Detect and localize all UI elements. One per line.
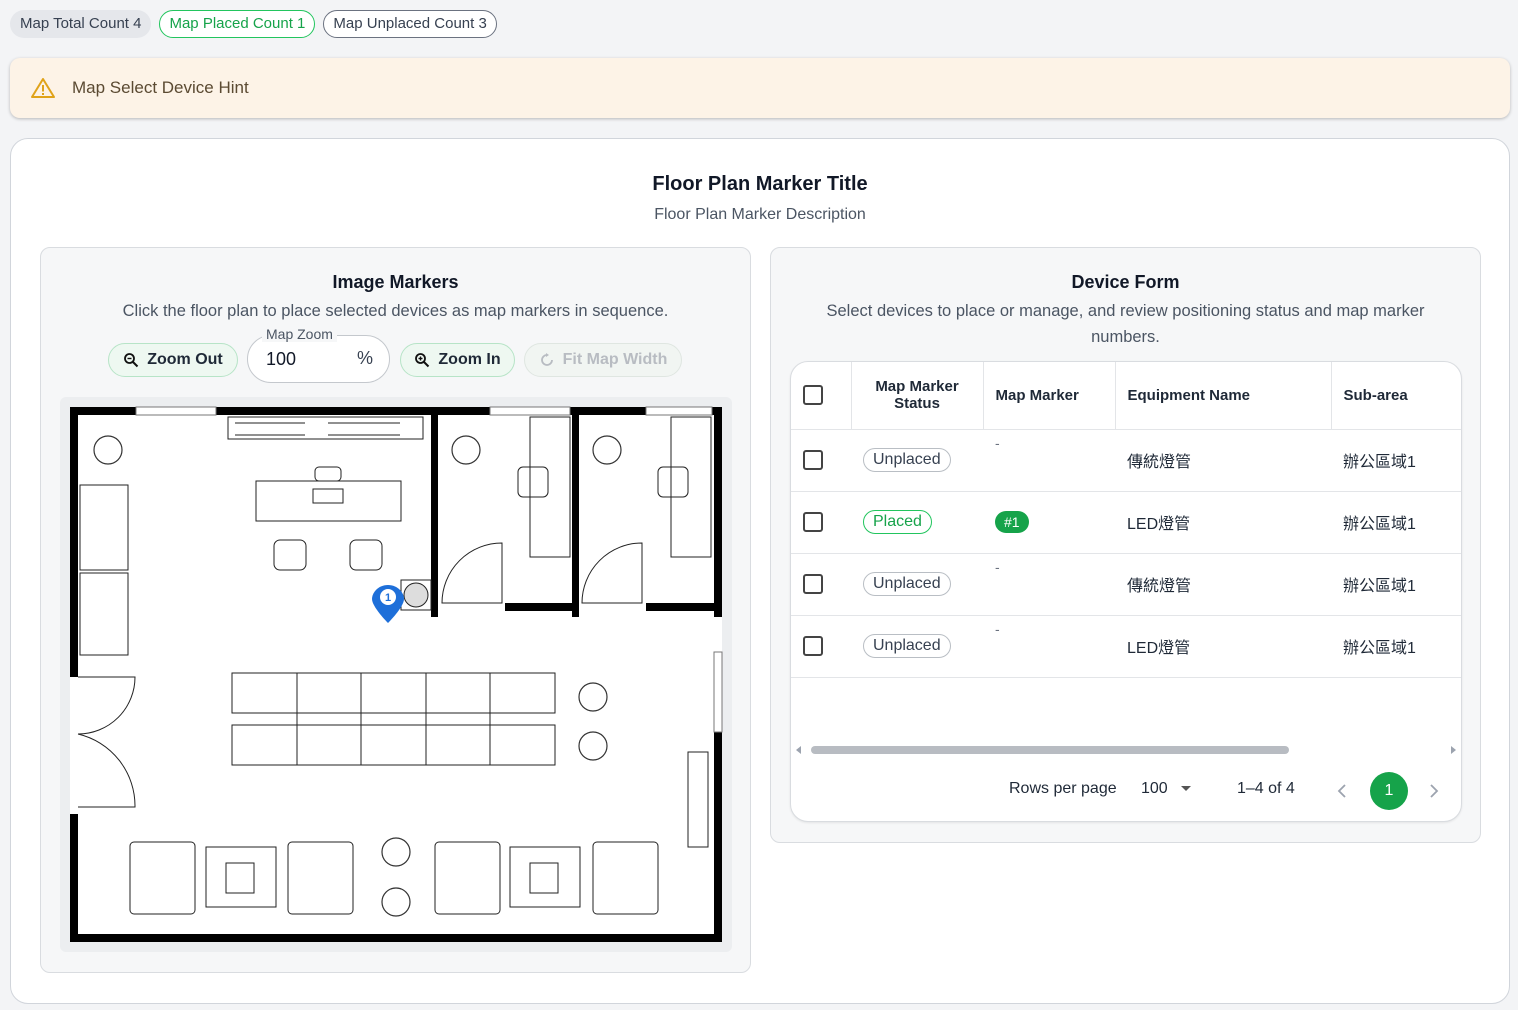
map-marker-value: - [995, 559, 1000, 575]
refresh-icon [540, 353, 553, 366]
map-zoom-label: Map Zoom [262, 326, 337, 342]
fit-map-width-label: Fit Map Width [562, 351, 668, 368]
table-row[interactable]: Unplaced - 傳統燈管 辦公區域1 [791, 429, 1461, 492]
total-count-chip[interactable]: Map Total Count 4 [10, 10, 152, 38]
chevron-down-icon [1181, 786, 1192, 791]
map-zoom-unit: % [356, 348, 373, 368]
table-row[interactable]: Unplaced - LED燈管 辦公區域1 [791, 615, 1461, 678]
placed-count-chip[interactable]: Map Placed Count 1 [159, 10, 316, 38]
map-zoom-input[interactable] [264, 348, 334, 371]
unplaced-count-chip[interactable]: Map Unplaced Count 3 [323, 10, 497, 38]
sub-area: 辦公區域1 [1331, 491, 1461, 554]
rows-per-page-label: Rows per page [1009, 780, 1117, 797]
row-checkbox[interactable] [803, 512, 823, 532]
sub-area: 辦公區域1 [1331, 615, 1461, 678]
table-pagination: Rows per page 100 1–4 of 4 1 [791, 772, 1461, 812]
map-zoom-field: Map Zoom % [247, 326, 390, 383]
sub-area: 辦公區域1 [1331, 429, 1461, 492]
card-title: Floor Plan Marker Title [652, 173, 868, 195]
column-map-marker[interactable]: Map Marker [982, 362, 1115, 430]
floor-plan-map[interactable]: 1 [60, 397, 732, 952]
column-map-marker-status[interactable]: Map Marker Status [850, 362, 983, 430]
fit-map-width-button[interactable]: Fit Map Width [524, 343, 682, 377]
status-badge: Unplaced [863, 634, 951, 658]
zoom-in-button[interactable]: Zoom In [400, 343, 515, 377]
map-marker-number: 1 [385, 592, 391, 604]
current-page-button[interactable]: 1 [1370, 772, 1408, 810]
status-badge: Placed [863, 510, 932, 534]
equipment-name: 傳統燈管 [1115, 429, 1331, 492]
select-device-hint: Map Select Device Hint [10, 58, 1510, 118]
table-row[interactable]: Placed #1 LED燈管 辦公區域1 [791, 491, 1461, 554]
floor-plan-card: Floor Plan Marker Title Floor Plan Marke… [10, 138, 1510, 1004]
image-markers-panel: Image Markers Click the floor plan to pl… [40, 247, 751, 973]
table-header: Map Marker Status Map Marker Equipment N… [791, 362, 1461, 430]
count-chips: Map Total Count 4 Map Placed Count 1 Map… [10, 10, 497, 38]
image-markers-description: Click the floor plan to place selected d… [122, 302, 669, 320]
zoom-out-icon [124, 353, 139, 368]
scroll-right-icon[interactable] [1449, 746, 1457, 754]
image-markers-title: Image Markers [332, 272, 459, 292]
device-form-description: Select devices to place or manage, and r… [826, 302, 1425, 346]
equipment-name: 傳統燈管 [1115, 553, 1331, 616]
map-marker-value: - [995, 621, 1000, 637]
hint-text: Map Select Device Hint [72, 78, 249, 97]
row-checkbox[interactable] [803, 574, 823, 594]
status-badge: Unplaced [863, 572, 951, 596]
zoom-out-button[interactable]: Zoom Out [108, 343, 238, 377]
row-checkbox[interactable] [803, 636, 823, 656]
warning-icon [31, 78, 55, 98]
rows-per-page-value: 100 [1141, 780, 1168, 797]
map-marker-value: - [995, 435, 1000, 451]
rows-per-page-select[interactable]: 100 [1141, 780, 1192, 798]
scroll-left-icon[interactable] [795, 746, 803, 754]
equipment-name: LED燈管 [1115, 615, 1331, 678]
map-marker-badge: #1 [995, 511, 1029, 533]
floor-plan-image[interactable]: 1 [60, 397, 732, 952]
next-page-icon[interactable] [1429, 784, 1439, 798]
horizontal-scrollbar[interactable] [795, 745, 1457, 755]
device-form-panel: Device Form Select devices to place or m… [770, 247, 1481, 843]
device-table: Map Marker Status Map Marker Equipment N… [790, 361, 1462, 822]
zoom-in-icon [415, 353, 430, 368]
pagination-range: 1–4 of 4 [1237, 780, 1295, 797]
select-all-checkbox[interactable] [803, 385, 823, 406]
zoom-out-label: Zoom Out [147, 351, 223, 368]
column-sub-area[interactable]: Sub-area [1330, 362, 1461, 430]
card-description: Floor Plan Marker Description [654, 206, 866, 223]
device-form-title: Device Form [1071, 272, 1180, 292]
status-badge: Unplaced [863, 448, 951, 472]
previous-page-icon[interactable] [1337, 784, 1347, 798]
equipment-name: LED燈管 [1115, 491, 1331, 554]
zoom-in-label: Zoom In [438, 351, 501, 368]
table-row[interactable]: Unplaced - 傳統燈管 辦公區域1 [791, 553, 1461, 616]
column-equipment-name[interactable]: Equipment Name [1114, 362, 1331, 430]
row-checkbox[interactable] [803, 450, 823, 470]
scrollbar-thumb[interactable] [811, 746, 1289, 754]
sub-area: 辦公區域1 [1331, 553, 1461, 616]
